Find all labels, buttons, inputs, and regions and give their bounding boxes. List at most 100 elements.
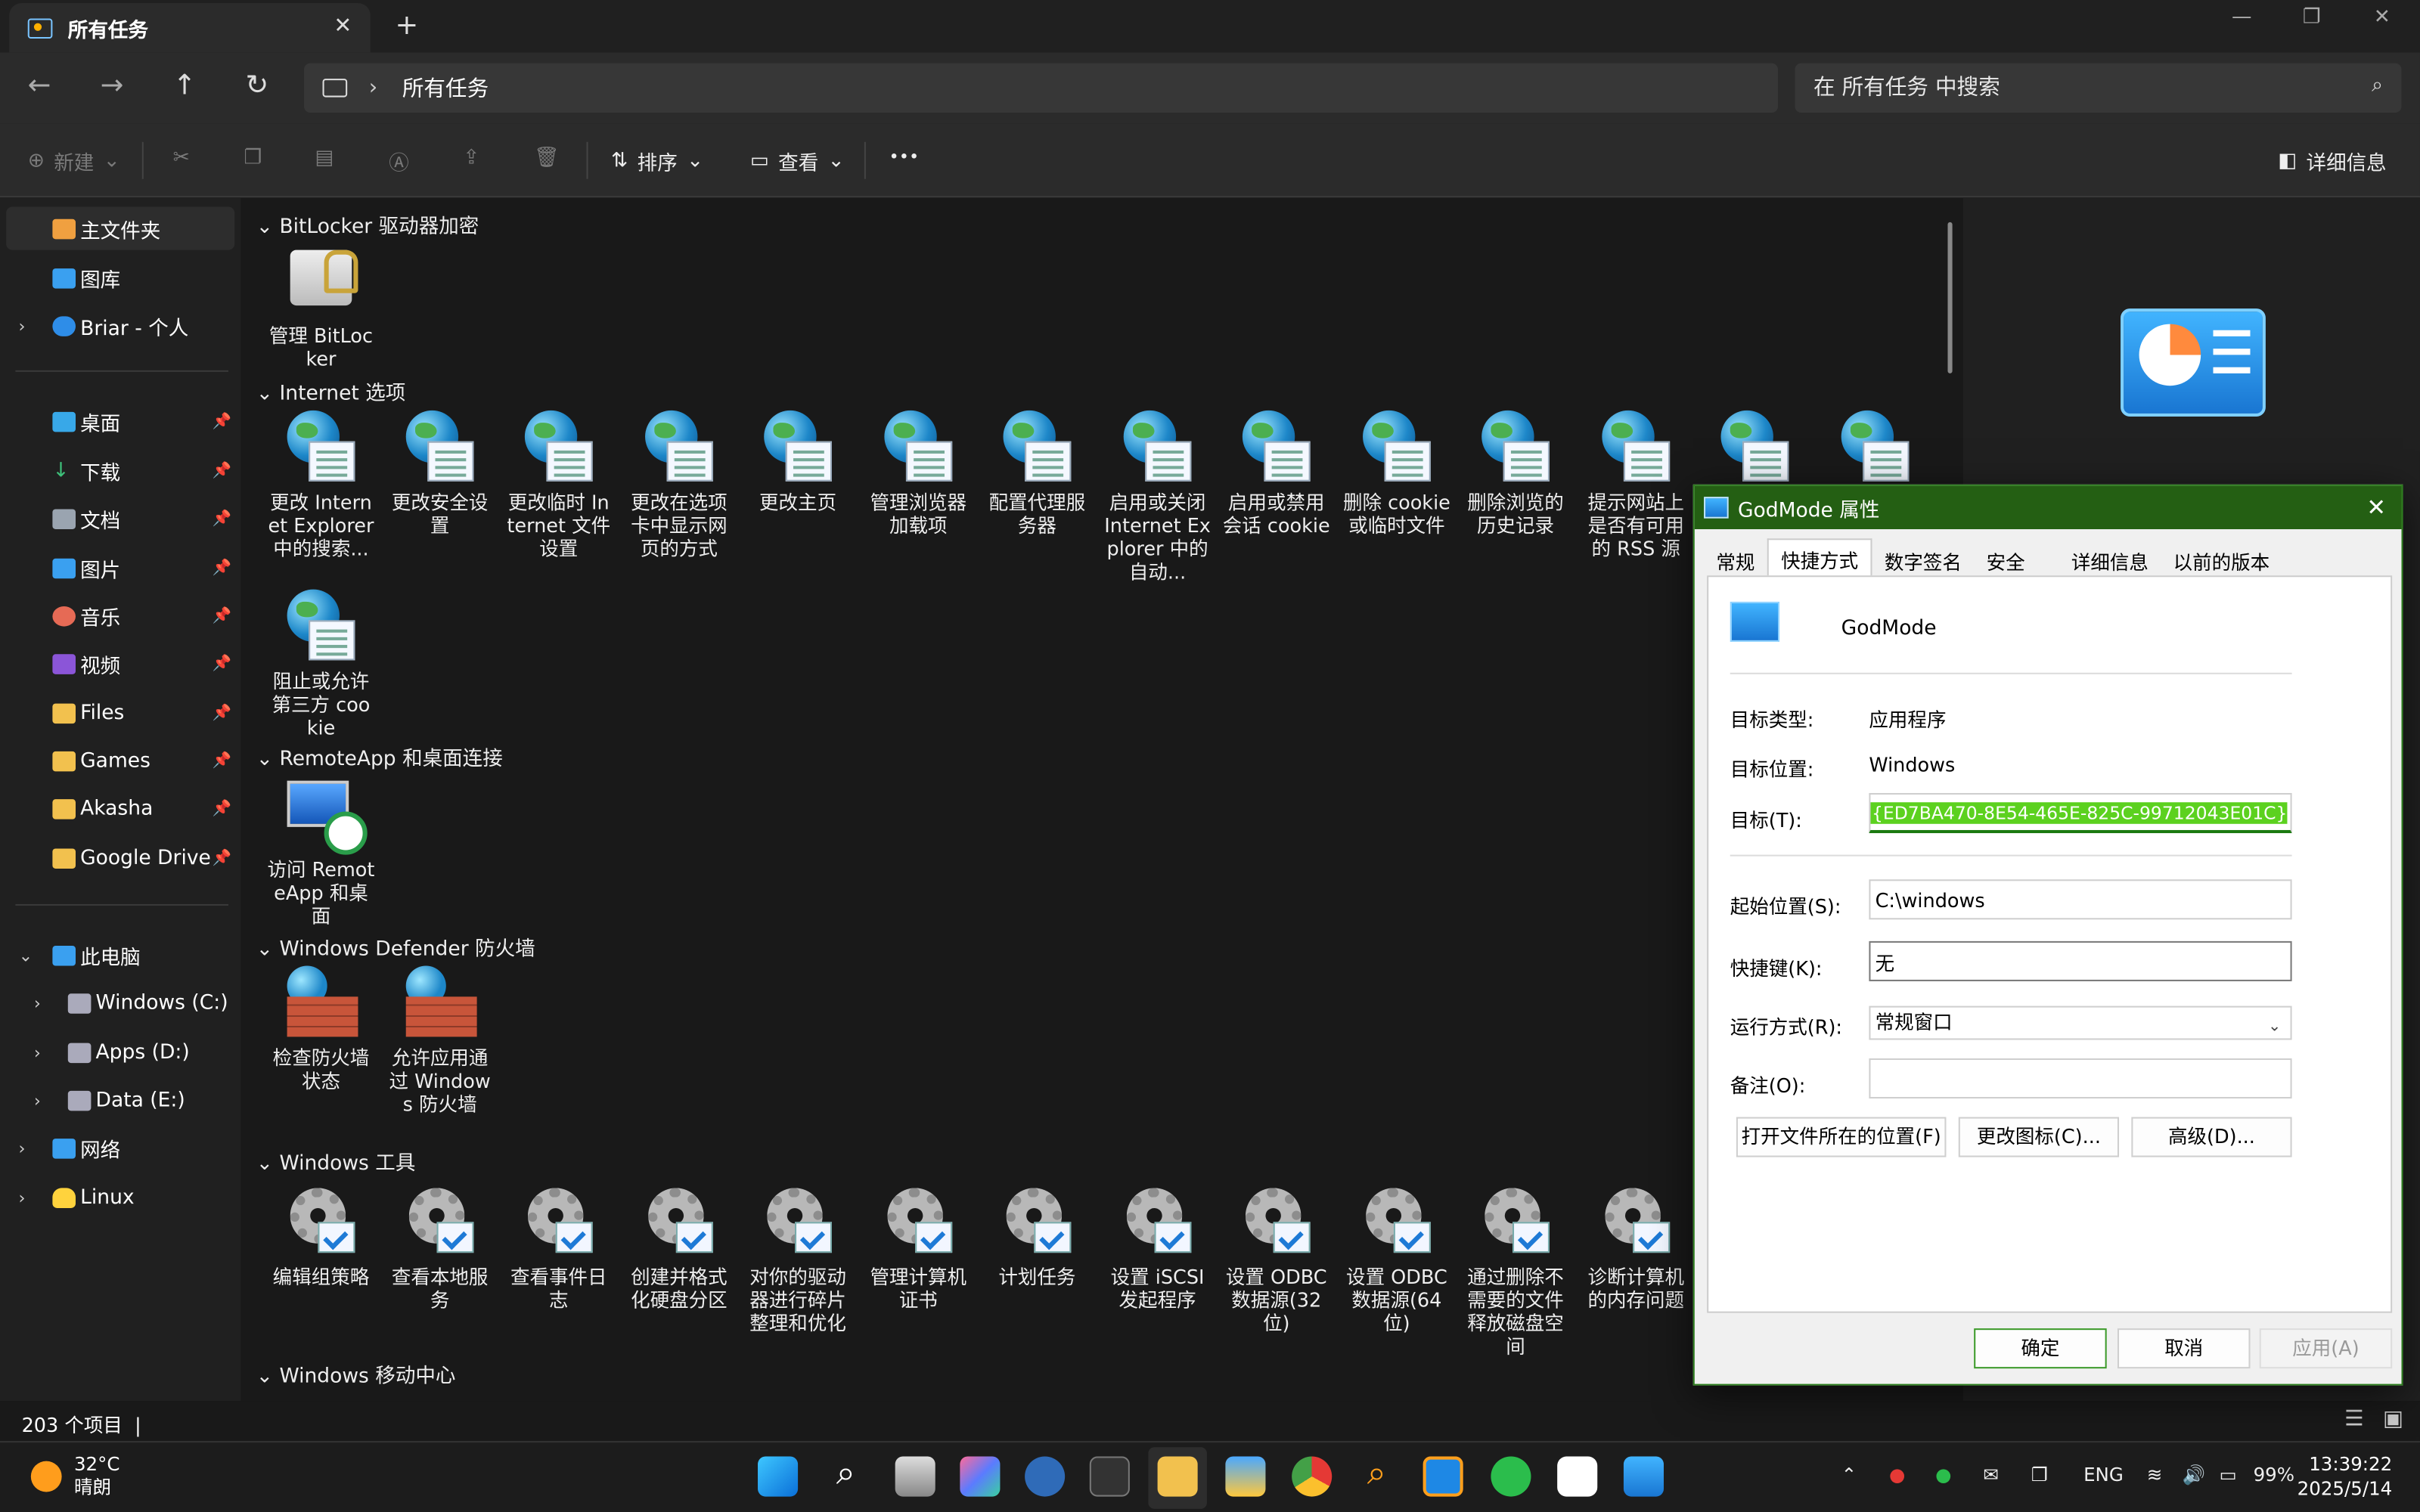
advanced-button[interactable]: 高级(D)... — [2131, 1117, 2292, 1157]
sidebar-item-google-drive[interactable]: Google Drive 📌 — [0, 836, 240, 879]
vertical-scrollbar[interactable] — [1947, 222, 1953, 373]
chevron-right-icon[interactable]: › — [34, 993, 41, 1013]
pin-icon[interactable]: 📌 — [213, 559, 231, 576]
list-item[interactable]: 诊断计算机的内存问题 — [1582, 1185, 1690, 1312]
sidebar-item-files[interactable]: Files 📌 — [0, 691, 240, 734]
pin-icon[interactable]: 📌 — [213, 752, 231, 769]
qq-icon[interactable] — [1557, 1456, 1598, 1497]
run-select[interactable]: 常规窗口 ⌄ — [1869, 1005, 2292, 1040]
pin-icon[interactable]: 📌 — [213, 655, 231, 671]
paste-icon[interactable]: ▤ — [315, 147, 334, 170]
task-view-icon[interactable] — [895, 1456, 935, 1497]
cancel-button[interactable]: 取消 — [2117, 1328, 2251, 1369]
list-item[interactable]: 检查防火墙状态 — [267, 965, 375, 1092]
search-input[interactable] — [1813, 72, 2338, 104]
rename-icon[interactable]: Ⓐ — [389, 147, 409, 176]
pin-icon[interactable]: 📌 — [213, 413, 231, 429]
sidebar-item-home[interactable]: 主文件夹 — [6, 206, 235, 250]
list-item[interactable]: 管理浏览器加载项 — [864, 410, 973, 537]
close-tab-icon[interactable]: ✕ — [334, 14, 352, 39]
tab-details[interactable]: 详细信息 — [2059, 541, 2161, 575]
details-button[interactable]: ◧ 详细信息 — [2278, 147, 2386, 176]
group-header[interactable]: ⌄ Windows 工具 — [256, 1146, 416, 1176]
sidebar-item-downloads[interactable]: ↓ 下载 📌 — [0, 449, 240, 492]
pin-icon[interactable]: 📌 — [213, 705, 231, 721]
list-item[interactable]: 计划任务 — [983, 1185, 1091, 1288]
pin-icon[interactable]: 📌 — [213, 849, 231, 866]
delete-icon[interactable]: 🗑 — [534, 147, 560, 170]
maximize-icon[interactable]: ❐ — [2303, 6, 2321, 29]
chevron-up-icon[interactable]: ⌃ — [1841, 1464, 1857, 1486]
wechat-tray-icon[interactable]: ● — [1935, 1464, 1951, 1486]
weather-widget[interactable]: 32°C 晴朗 — [30, 1453, 119, 1499]
list-item[interactable]: 编辑组策略 — [267, 1185, 375, 1288]
settings-icon[interactable] — [1025, 1456, 1066, 1497]
magnifier-icon[interactable]: ⌕ — [1357, 1455, 1397, 1497]
sort-button[interactable]: ⇅ 排序 ⌄ — [611, 147, 703, 176]
sidebar-item-network[interactable]: › 网络 — [0, 1126, 240, 1170]
list-item[interactable]: 提示网站上是否有可用的 RSS 源 — [1582, 410, 1690, 560]
sidebar-item-akasha[interactable]: Akasha 📌 — [0, 787, 240, 830]
list-item[interactable]: 启用或禁用会话 cookie — [1222, 410, 1330, 537]
forward-icon[interactable]: → — [101, 70, 124, 102]
tab-all-tasks[interactable]: 所有任务 ✕ — [9, 3, 371, 53]
list-item[interactable]: 通过删除不需要的文件释放磁盘空间 — [1462, 1185, 1570, 1358]
cut-icon[interactable]: ✂ — [173, 147, 190, 170]
pin-icon[interactable]: 📌 — [213, 510, 231, 526]
control-panel-icon[interactable] — [1623, 1456, 1664, 1497]
clipboard-icon[interactable]: ❐ — [2031, 1464, 2048, 1486]
wifi-icon[interactable]: ≋ — [2147, 1464, 2163, 1486]
sidebar-item-music[interactable]: 音乐 📌 — [0, 594, 240, 637]
list-item[interactable]: 阻止或允许第三方 cookie — [267, 589, 375, 739]
list-item[interactable]: 删除浏览的历史记录 — [1462, 410, 1570, 537]
close-window-icon[interactable]: ✕ — [2374, 6, 2391, 29]
clock[interactable]: 13:39:22 2025/5/14 — [2297, 1452, 2393, 1501]
pin-icon[interactable]: 📌 — [213, 800, 231, 816]
list-item[interactable]: 创建并格式化硬盘分区 — [625, 1185, 734, 1312]
up-icon[interactable]: ↑ — [173, 70, 197, 102]
sidebar-item-drive-d[interactable]: › Apps (D:) — [0, 1030, 240, 1074]
remote-desktop-icon[interactable] — [1423, 1456, 1463, 1497]
group-header[interactable]: ⌄ Internet 选项 — [256, 376, 406, 406]
address-bar[interactable]: › 所有任务 — [304, 63, 1779, 113]
sidebar-item-linux[interactable]: › Linux — [0, 1176, 240, 1219]
comment-field[interactable] — [1869, 1058, 2292, 1099]
list-item[interactable]: 删除 cookie 或临时文件 — [1342, 410, 1450, 537]
sidebar-item-drive-c[interactable]: › Windows (C:) — [0, 981, 240, 1024]
tray-app-icon[interactable]: ● — [1889, 1464, 1905, 1486]
list-item[interactable]: 启用或关闭 Internet Explorer 中的自动... — [1103, 410, 1212, 583]
group-header[interactable]: ⌄ RemoteApp 和桌面连接 — [256, 742, 503, 772]
list-item[interactable]: 访问 RemoteApp 和桌面 — [267, 778, 375, 928]
mail-icon[interactable]: ✉ — [1983, 1464, 1999, 1486]
list-item[interactable]: 查看本地服务 — [386, 1185, 494, 1312]
list-item[interactable]: 查看事件日志 — [504, 1185, 613, 1312]
list-item[interactable]: 更改 Internet Explorer 中的搜索... — [267, 410, 375, 560]
list-item[interactable]: 更改在选项卡中显示网页的方式 — [625, 410, 734, 560]
sidebar-item-this-pc[interactable]: ⌄ 此电脑 — [0, 934, 240, 977]
search-icon[interactable]: ⌕ — [826, 1455, 866, 1497]
list-item[interactable]: 管理 BitLocker — [267, 243, 375, 370]
ok-button[interactable]: 确定 — [1974, 1328, 2107, 1369]
tab-general[interactable]: 常规 — [1704, 541, 1767, 575]
chevron-right-icon[interactable]: › — [18, 1187, 25, 1207]
list-item[interactable]: 更改临时 Internet 文件设置 — [504, 410, 613, 560]
new-button[interactable]: ⊕ 新建 ⌄ — [28, 147, 120, 176]
file-explorer-icon[interactable] — [1157, 1456, 1198, 1497]
sidebar-item-games[interactable]: Games 📌 — [0, 739, 240, 782]
chevron-right-icon[interactable]: › — [34, 1090, 41, 1111]
list-item[interactable]: 管理计算机证书 — [864, 1185, 973, 1312]
copy-icon[interactable]: ❐ — [244, 147, 262, 170]
tile-view-icon[interactable]: ▣ — [2383, 1407, 2403, 1432]
sidebar-item-onedrive[interactable]: › Briar - 个人 — [0, 304, 240, 347]
tab-security[interactable]: 安全 — [1974, 541, 2037, 575]
list-item[interactable]: 设置 ODBC 数据源(32 位) — [1222, 1185, 1330, 1334]
list-item[interactable]: 允许应用通过 Windows 防火墙 — [386, 965, 494, 1115]
volume-icon[interactable]: 🔊 — [2183, 1464, 2206, 1486]
group-header[interactable]: ⌄ Windows 移动中心 — [256, 1359, 456, 1389]
copilot-icon[interactable] — [960, 1456, 1001, 1497]
chevron-down-icon[interactable]: ⌄ — [18, 945, 33, 965]
search-icon[interactable]: ⌕ — [2372, 74, 2383, 98]
view-button[interactable]: ▭ 查看 ⌄ — [750, 147, 845, 176]
sidebar-item-gallery[interactable]: 图库 — [0, 256, 240, 299]
search-box[interactable]: ⌕ — [1795, 63, 2402, 113]
